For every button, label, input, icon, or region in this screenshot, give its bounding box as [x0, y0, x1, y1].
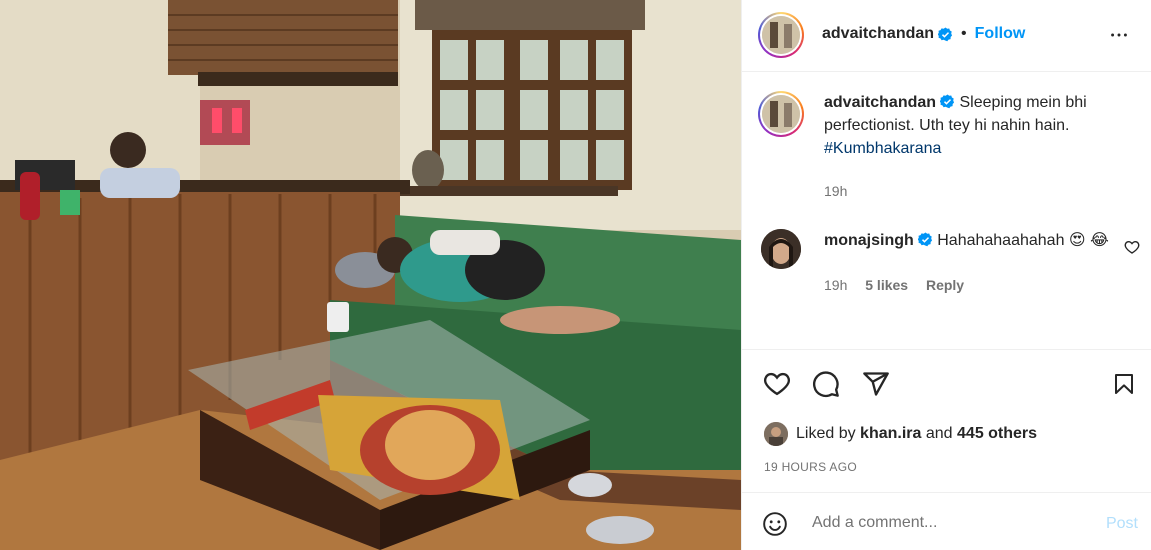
- post-timestamp[interactable]: 19 HOURS AGO: [764, 460, 857, 474]
- author-avatar[interactable]: [758, 12, 804, 58]
- liked-by: Liked by khan.ira and 445 others: [764, 422, 1037, 446]
- verified-badge-icon: [938, 26, 953, 41]
- caption-username[interactable]: advaitchandan: [824, 94, 936, 111]
- heart-icon[interactable]: [762, 370, 792, 398]
- share-icon[interactable]: [862, 370, 890, 398]
- caption-row: advaitchandan Sleeping mein bhi perfecti…: [758, 91, 1114, 203]
- author-username[interactable]: advaitchandan: [822, 25, 934, 43]
- post-side-panel: advaitchandan • Follow advaitchandan Sle…: [741, 0, 1151, 550]
- comment-row: monajsingh Hahahahaahahah 😍 😂 19h 5 like…: [758, 229, 1114, 297]
- likes-count[interactable]: 445 others: [957, 425, 1037, 443]
- liker-avatar[interactable]: [764, 422, 788, 446]
- post-comment-button[interactable]: Post: [1106, 515, 1138, 533]
- verified-badge-icon: [917, 232, 932, 247]
- comment-input[interactable]: [812, 511, 1082, 535]
- comment-text: Hahahahaahahah: [937, 232, 1065, 249]
- comment-icon[interactable]: [812, 370, 840, 398]
- post-photo[interactable]: [0, 0, 741, 550]
- comment-likes[interactable]: 5 likes: [865, 277, 908, 293]
- add-comment-bar: Post: [742, 492, 1151, 550]
- caption-time: 19h: [824, 183, 848, 199]
- laughing-emoji: 😂: [1090, 232, 1109, 249]
- post-header: advaitchandan • Follow: [742, 0, 1151, 72]
- emoji-icon[interactable]: [762, 511, 788, 537]
- comment-time: 19h: [824, 277, 848, 293]
- reply-button[interactable]: Reply: [926, 277, 964, 293]
- liked-by-user[interactable]: khan.ira: [860, 425, 921, 443]
- caption-avatar[interactable]: [758, 91, 804, 137]
- separator-dot: •: [961, 25, 967, 42]
- caption-hashtag[interactable]: #Kumbhakarana: [824, 140, 941, 157]
- follow-button[interactable]: Follow: [975, 25, 1026, 43]
- bookmark-icon[interactable]: [1112, 370, 1136, 398]
- comment-like-heart-icon[interactable]: [1124, 239, 1140, 255]
- post-actions: Liked by khan.ira and 445 others 19 HOUR…: [742, 349, 1151, 509]
- liked-by-prefix: Liked by: [796, 425, 856, 442]
- verified-badge-icon: [940, 94, 955, 109]
- more-horizontal-icon[interactable]: [1108, 24, 1130, 46]
- post-photo-illustration: [0, 0, 741, 550]
- commenter-avatar[interactable]: [761, 229, 801, 269]
- comments-section[interactable]: advaitchandan Sleeping mein bhi perfecti…: [742, 73, 1151, 345]
- heart-eyes-emoji: 😍: [1068, 232, 1086, 249]
- liked-by-middle: and: [925, 425, 953, 442]
- commenter-username[interactable]: monajsingh: [824, 232, 914, 249]
